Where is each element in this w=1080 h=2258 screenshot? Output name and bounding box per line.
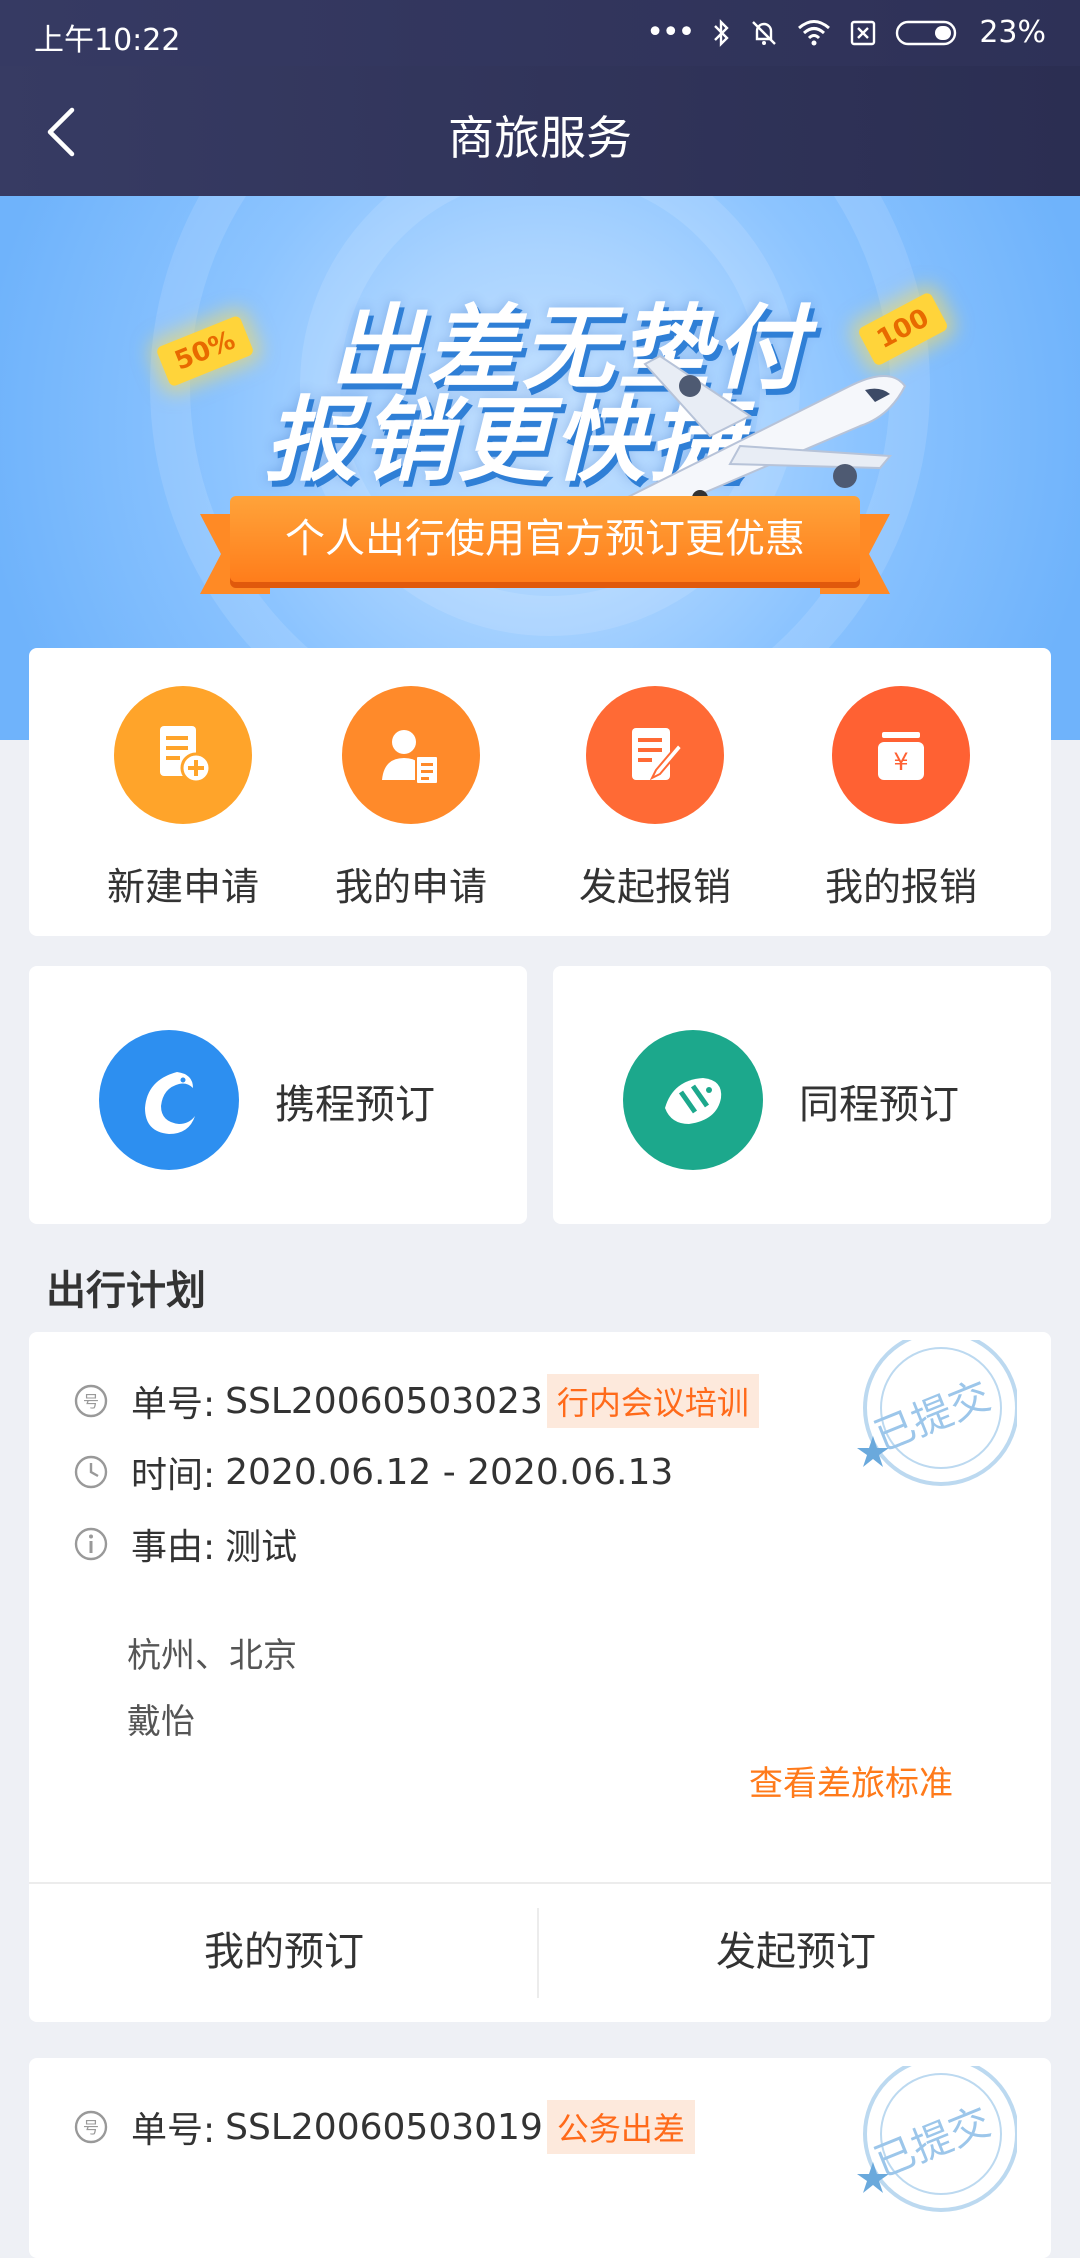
reason-row: 事由: 测试 bbox=[73, 1518, 297, 1570]
my-application-button[interactable]: 我的申请 bbox=[321, 686, 501, 911]
battery-icon bbox=[896, 20, 957, 45]
ctrip-booking-label: 携程预订 bbox=[275, 1082, 435, 1128]
new-application-button[interactable]: 新建申请 bbox=[93, 686, 273, 911]
svg-text:号: 号 bbox=[83, 2118, 99, 2137]
my-reimbursement-button[interactable]: ¥ 我的报销 bbox=[811, 686, 991, 911]
new-application-label: 新建申请 bbox=[106, 865, 259, 909]
start-reimbursement-button[interactable]: 发起报销 bbox=[565, 686, 745, 911]
reason-value: 测试 bbox=[225, 1527, 298, 1568]
order-number-icon: 号 bbox=[74, 2110, 108, 2144]
my-reimbursement-icon: ¥ bbox=[832, 686, 970, 824]
ctrip-dolphin-icon bbox=[99, 1030, 239, 1170]
tongcheng-booking-card[interactable]: 同程预订 bbox=[553, 966, 1051, 1224]
my-booking-button[interactable]: 我的预订 bbox=[29, 1882, 539, 2022]
travel-plan-card[interactable]: 已提交 号 单号: SSL20060503023 行内会议培训 时间: 2020… bbox=[29, 1332, 1051, 2022]
sim-off-icon bbox=[851, 20, 876, 45]
start-reimbursement-label: 发起报销 bbox=[578, 865, 731, 909]
tongcheng-fish-icon bbox=[623, 1030, 763, 1170]
time-label: 时间: bbox=[131, 1455, 216, 1496]
ctrip-booking-card[interactable]: 携程预订 bbox=[29, 966, 527, 1224]
start-reimbursement-icon bbox=[586, 686, 724, 824]
clock-icon bbox=[74, 1455, 108, 1489]
time-value: 2020.06.12 - 2020.06.13 bbox=[225, 1451, 674, 1493]
svg-text:¥: ¥ bbox=[893, 748, 908, 776]
plan-type-tag: 行内会议培训 bbox=[546, 1374, 759, 1428]
battery-percent: 23% bbox=[979, 15, 1046, 50]
traveler-name: 戴怡 bbox=[127, 1702, 195, 1742]
more-dots-icon: ••• bbox=[646, 15, 695, 50]
status-time: 上午10:22 bbox=[34, 23, 181, 58]
my-reimbursement-label: 我的报销 bbox=[824, 865, 977, 909]
travel-plan-title: 出行计划 bbox=[46, 1268, 206, 1314]
order-number-value: SSL20060503019 bbox=[225, 2106, 543, 2148]
order-number-icon: 号 bbox=[74, 1384, 108, 1418]
nav-bar: 商旅服务 bbox=[0, 66, 1080, 196]
order-number-row: 号 单号: SSL20060503019 公务出差 bbox=[73, 2100, 695, 2154]
order-number-label: 单号: bbox=[131, 2110, 216, 2151]
start-booking-button[interactable]: 发起预订 bbox=[541, 1882, 1051, 2022]
banner-ribbon: 个人出行使用官方预订更优惠 bbox=[230, 496, 860, 582]
view-travel-standard-link[interactable]: 查看差旅标准 bbox=[749, 1756, 953, 1805]
status-bar: 上午10:22 ••• 23% bbox=[0, 0, 1080, 66]
plan-type-tag: 公务出差 bbox=[546, 2100, 695, 2154]
travel-plan-card[interactable]: 已提交 号 单号: SSL20060503019 公务出差 bbox=[29, 2058, 1051, 2258]
my-application-label: 我的申请 bbox=[334, 865, 487, 909]
order-number-value: SSL20060503023 bbox=[225, 1380, 543, 1422]
trip-cities: 杭州、北京 bbox=[127, 1636, 297, 1676]
bluetooth-icon bbox=[714, 18, 730, 47]
wifi-icon bbox=[798, 19, 831, 45]
time-row: 时间: 2020.06.12 - 2020.06.13 bbox=[73, 1446, 673, 1498]
new-application-icon bbox=[114, 686, 252, 824]
tongcheng-booking-label: 同程预订 bbox=[799, 1082, 959, 1128]
reason-label: 事由: bbox=[131, 1527, 216, 1568]
page-title: 商旅服务 bbox=[448, 111, 632, 165]
quick-actions-card: 新建申请 我的申请 发起报销 ¥ 我的报销 bbox=[29, 648, 1051, 936]
mute-bell-icon bbox=[752, 20, 777, 45]
order-number-label: 单号: bbox=[131, 1384, 216, 1425]
info-icon bbox=[74, 1527, 108, 1561]
svg-text:号: 号 bbox=[83, 1392, 99, 1411]
order-number-row: 号 单号: SSL20060503023 行内会议培训 bbox=[73, 1374, 759, 1428]
my-application-icon bbox=[342, 686, 480, 824]
